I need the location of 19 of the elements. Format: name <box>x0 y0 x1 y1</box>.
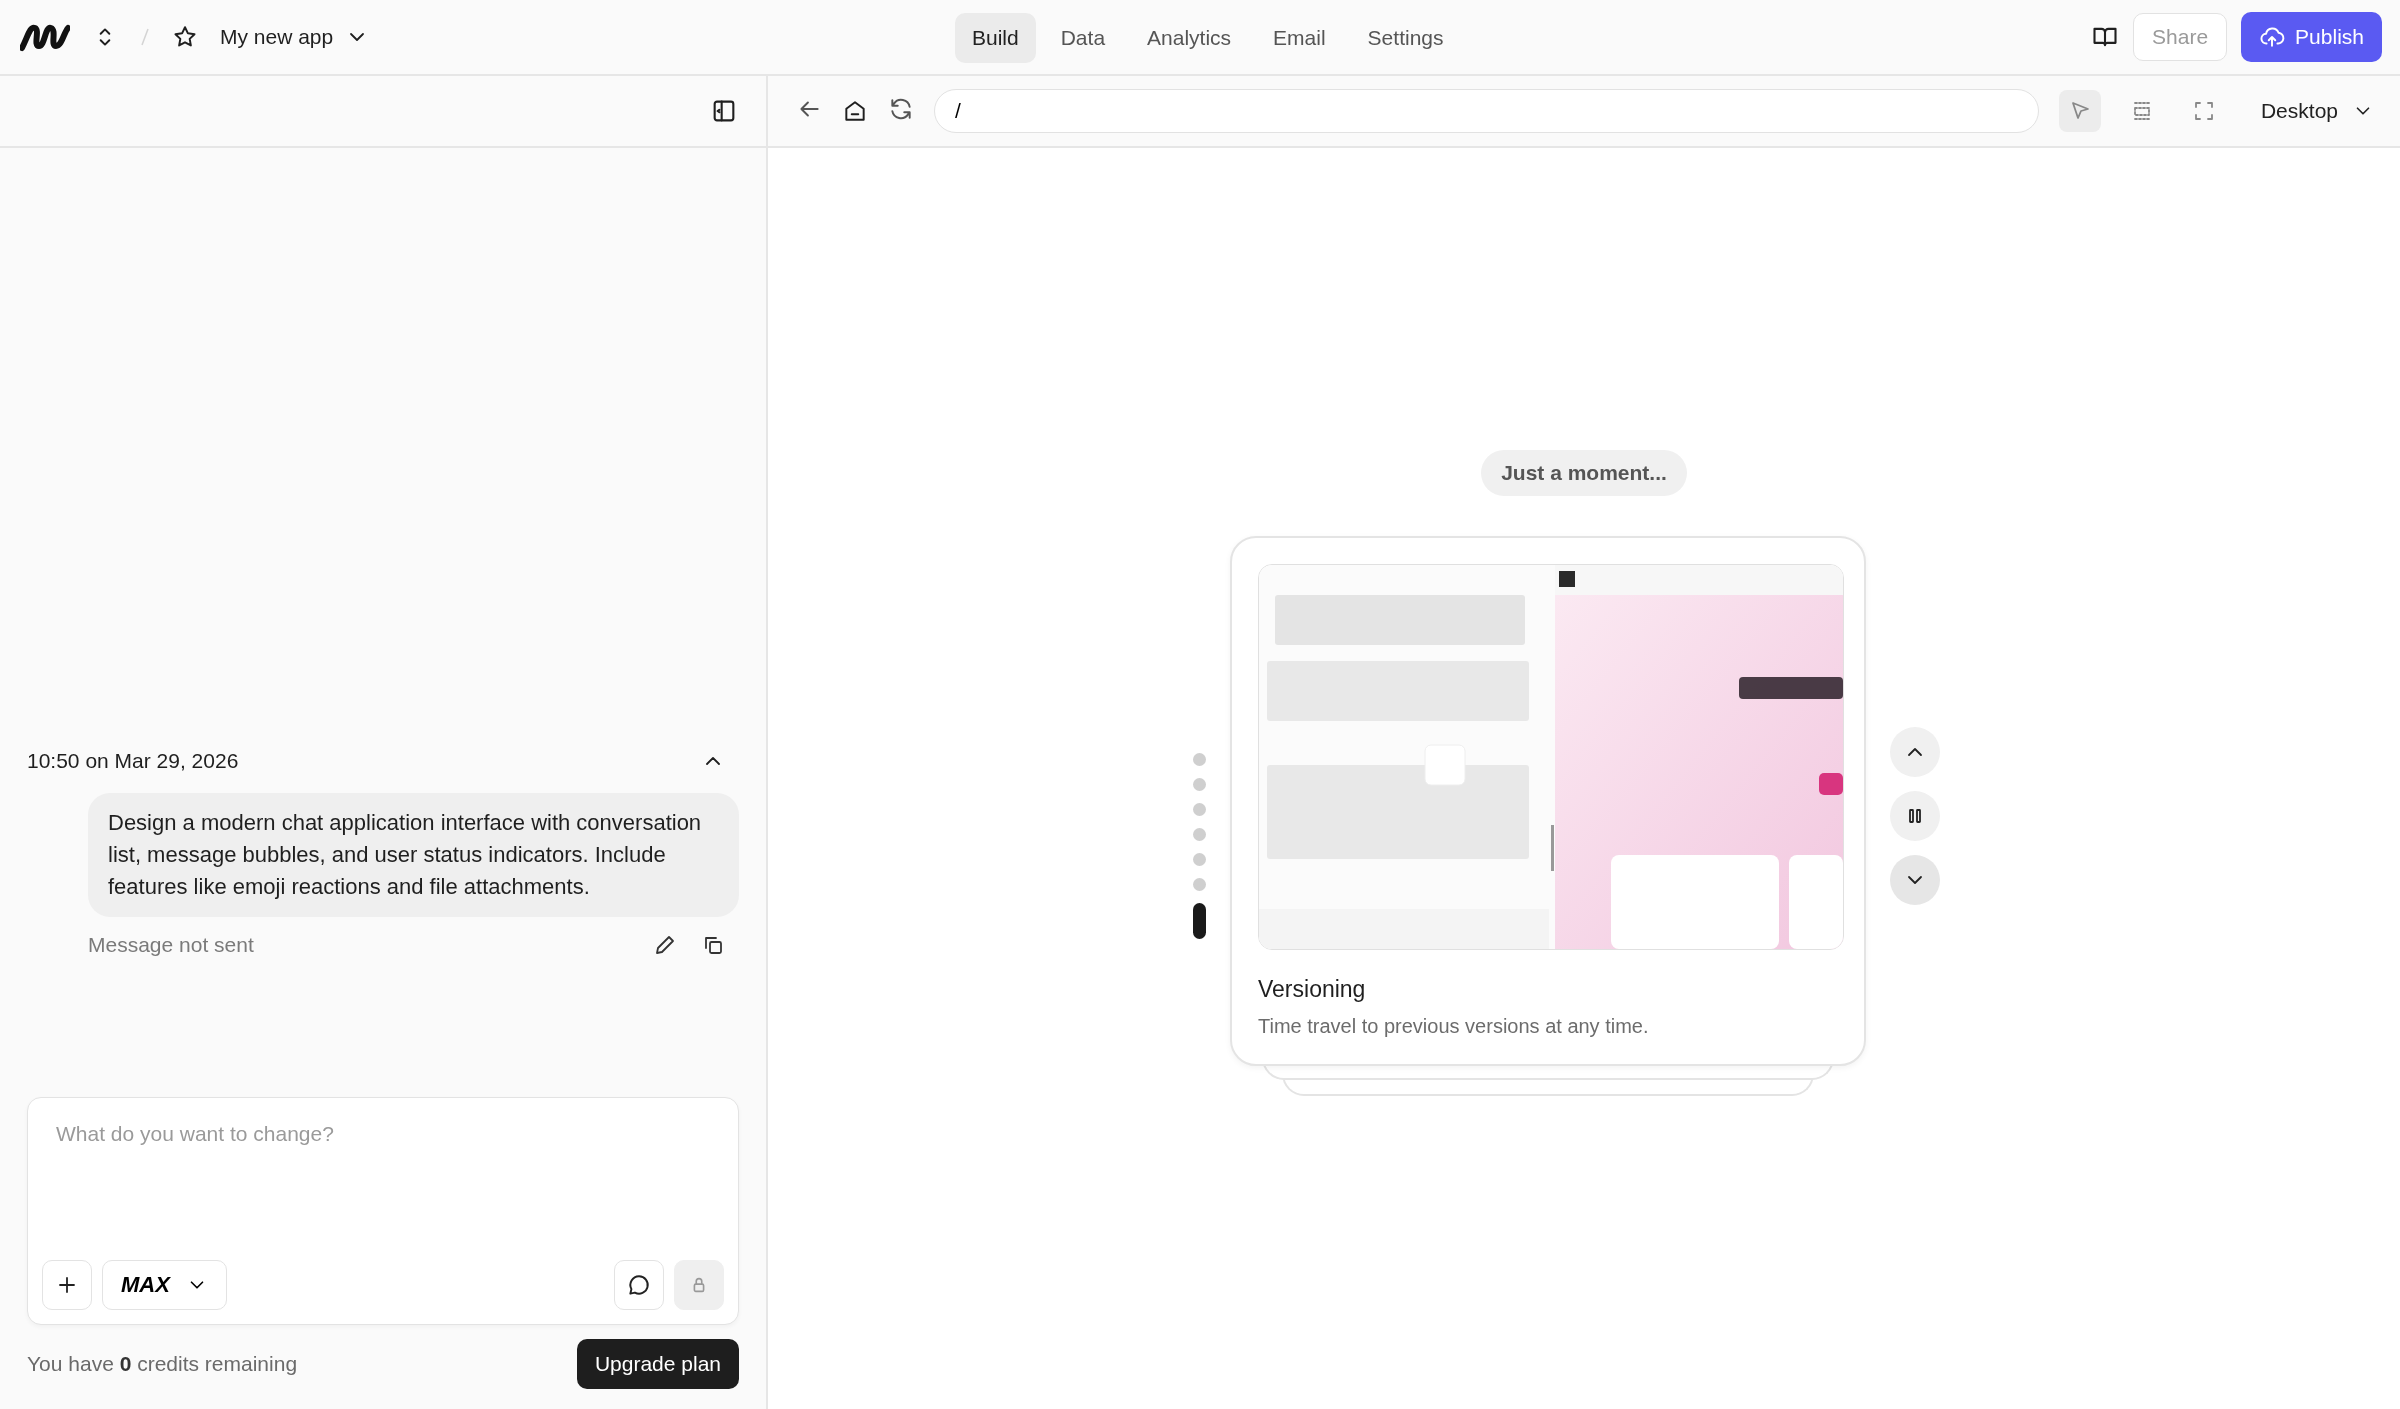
nav-tab[interactable]: Build <box>955 13 1036 63</box>
device-dropdown[interactable]: Desktop <box>2254 98 2380 124</box>
nav-tab[interactable]: Data <box>1043 13 1123 63</box>
publish-button[interactable]: Publish <box>2241 12 2382 62</box>
nav-tab[interactable]: Settings <box>1350 13 1461 63</box>
message-timestamp: 10:50 on Mar 29, 2026 <box>27 749 239 773</box>
model-dropdown[interactable]: MAX <box>102 1260 227 1310</box>
card-title: Versioning <box>1258 976 1367 1003</box>
card-description: Time travel to previous versions at any time. <box>1258 1015 1650 1038</box>
app-name-dropdown[interactable]: My new app <box>220 25 370 49</box>
url-field[interactable]: / <box>934 89 2039 133</box>
loading-message: Just a moment... <box>1481 450 1687 496</box>
message-status: Message not sent <box>88 933 255 957</box>
nav-tab[interactable]: Analytics <box>1130 13 1249 63</box>
credits-text: You have 0 credits remaining <box>27 1352 298 1376</box>
upgrade-button[interactable]: Upgrade plan <box>576 1339 739 1389</box>
nav-tab[interactable]: Email <box>1256 13 1343 63</box>
prompt-field[interactable]: What do you want to change? MAX <box>27 1097 739 1325</box>
message-bubble: Design a modern chat application interface with conversation list, message bubbles, and user status indicators. Include features like emoji reactions and file attachments. <box>88 793 739 917</box>
